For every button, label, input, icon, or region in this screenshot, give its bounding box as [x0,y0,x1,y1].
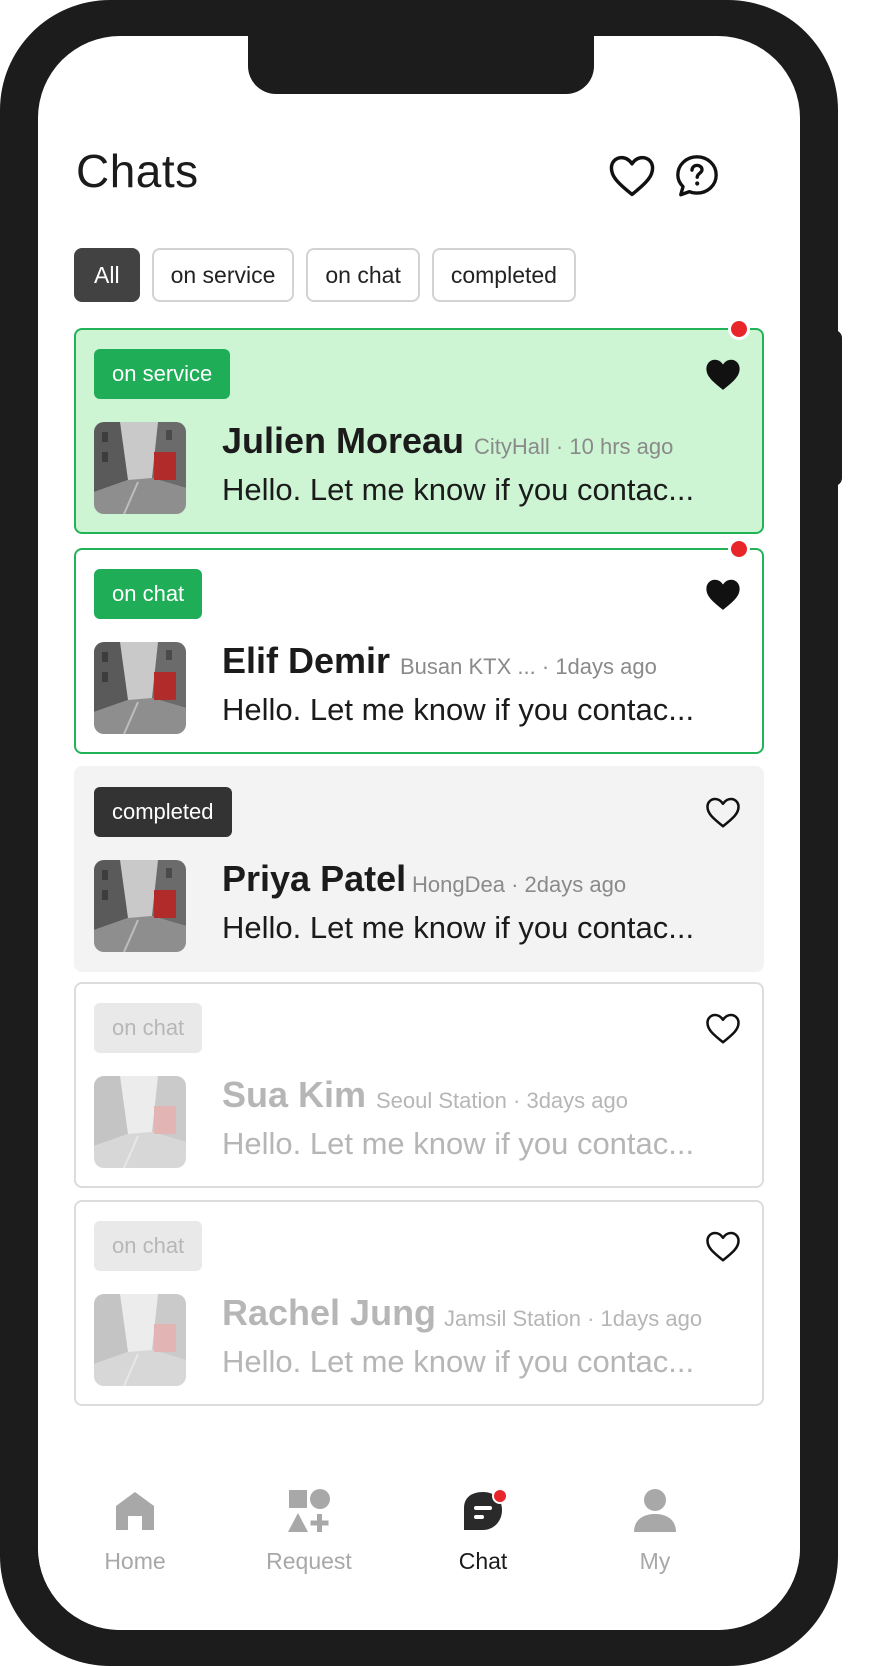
nav-label: Chat [458,1548,508,1574]
page-title: Chats [76,145,199,197]
location-text: CityHall [474,434,550,459]
location-text: HongDea [412,872,505,897]
location-text: Seoul Station [376,1088,507,1113]
contact-name: Rachel Jung [222,1292,437,1333]
nav-label: Home [104,1548,166,1574]
chat-meta: HongDea · 2days ago [412,872,626,898]
heart-outline-icon[interactable] [704,1010,742,1046]
time-text: 10 hrs ago [569,434,674,459]
status-badge: completed [94,787,232,837]
nav-request[interactable]: Request [214,1486,404,1626]
time-text: 1days ago [555,654,657,679]
time-text: 1days ago [600,1306,703,1331]
heart-outline-icon[interactable] [704,794,742,830]
street-photo-thumbnail [94,860,186,952]
location-text: Busan KTX ... [400,654,536,679]
nav-my[interactable]: My [560,1486,750,1626]
meta-separator: · [587,1306,595,1331]
chat-card[interactable]: on chat Elif Demir Busan KTX ... · 1days… [74,538,764,754]
chat-meta: Seoul Station · 3days ago [376,1088,628,1114]
chat-meta: Busan KTX ... · 1days ago [400,654,657,680]
chat-meta: Jamsil Station · 1days ago [444,1306,702,1332]
street-photo-thumbnail [94,422,186,514]
shapes-icon [284,1486,334,1536]
nav-home[interactable]: Home [40,1486,230,1626]
contact-name: Julien Moreau [222,420,465,461]
home-icon [110,1486,160,1536]
nav-chat[interactable]: Chat [388,1486,578,1626]
message-preview: Hello. Let me know if you contac... [222,910,695,945]
meta-separator: · [511,872,519,897]
phone-screen: Chats All on service on chat completed o… [38,36,800,1630]
chat-card[interactable]: completed Priya Patel HongDea · 2days ag… [74,766,764,972]
street-photo-thumbnail [94,1294,186,1386]
chat-icon [458,1486,508,1536]
heart-outline-icon[interactable] [606,150,658,202]
message-preview: Hello. Let me know if you contac... [222,1344,695,1379]
time-text: 2days ago [524,872,627,897]
chat-card[interactable]: on chat Sua Kim Seoul Station · 3days ag… [74,982,764,1188]
contact-name: Sua Kim [222,1074,367,1115]
meta-separator: · [513,1088,521,1113]
unread-dot [728,538,750,560]
meta-separator: · [555,434,564,459]
status-badge: on service [94,349,231,399]
heart-filled-icon[interactable] [704,356,742,392]
chat-meta: CityHall · 10 hrs ago [474,434,673,460]
help-bubble-icon[interactable] [672,150,722,202]
bottom-nav: Home Request Chat My [38,1486,800,1630]
status-badge: on chat [94,569,203,619]
heart-outline-icon[interactable] [704,1228,742,1264]
status-badge: on chat [94,1003,203,1053]
nav-label: Request [266,1548,352,1574]
unread-dot [728,318,750,340]
filter-completed[interactable]: completed [431,248,576,302]
contact-name: Elif Demir [222,640,391,681]
meta-separator: · [541,654,550,679]
message-preview: Hello. Let me know if you contac... [222,1126,695,1161]
chat-card[interactable]: on chat Rachel Jung Jamsil Station · 1da… [74,1200,764,1406]
heart-filled-icon[interactable] [704,576,742,612]
message-preview: Hello. Let me know if you contac... [222,692,695,727]
notch [248,36,594,94]
street-photo-thumbnail [94,1076,186,1168]
scroll-fade [38,1446,800,1486]
person-icon [630,1486,680,1536]
chat-card[interactable]: on service Julien Moreau CityHall · 10 h… [74,318,764,534]
filter-on-chat[interactable]: on chat [306,248,420,302]
street-photo-thumbnail [94,642,186,734]
message-preview: Hello. Let me know if you contac... [222,472,695,507]
filter-all[interactable]: All [74,248,140,302]
filter-bar: All on service on chat completed [74,248,576,302]
nav-label: My [639,1548,671,1574]
time-text: 3days ago [526,1088,628,1113]
contact-name: Priya Patel [222,858,407,899]
phone-frame: Chats All on service on chat completed o… [0,0,838,1666]
location-text: Jamsil Station [444,1306,581,1331]
status-badge: on chat [94,1221,203,1271]
filter-on-service[interactable]: on service [151,248,295,302]
